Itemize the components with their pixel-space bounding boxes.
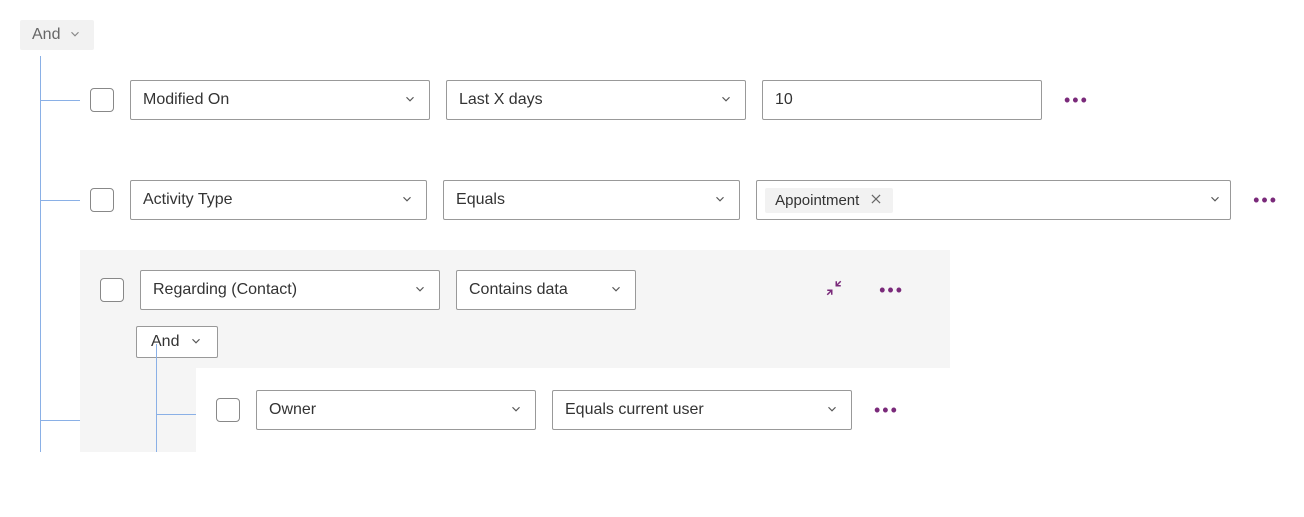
row-checkbox[interactable] xyxy=(100,278,124,302)
value-tag: Appointment xyxy=(765,188,893,213)
row-menu-button[interactable]: ••• xyxy=(868,400,905,421)
tree-line-horizontal xyxy=(40,420,80,421)
value-text: 10 xyxy=(775,91,793,109)
root-operator-label: And xyxy=(32,26,60,44)
related-entity-select[interactable]: Regarding (Contact) xyxy=(140,270,440,310)
tree-line-vertical xyxy=(156,344,157,452)
chevron-down-icon xyxy=(719,92,733,109)
chevron-down-icon xyxy=(189,334,203,351)
tree-line-horizontal xyxy=(40,200,80,201)
chevron-down-icon xyxy=(413,282,427,299)
condition-row: Activity Type Equals Appointment xyxy=(90,150,1284,250)
tree-line-horizontal xyxy=(156,414,196,415)
row-menu-button[interactable]: ••• xyxy=(1247,190,1284,211)
field-label: Modified On xyxy=(143,91,229,109)
chevron-down-icon xyxy=(403,92,417,109)
field-select[interactable]: Owner xyxy=(256,390,536,430)
row-checkbox[interactable] xyxy=(90,188,114,212)
value-input[interactable]: 10 xyxy=(762,80,1042,120)
chevron-down-icon xyxy=(713,192,727,209)
related-operator-label: Contains data xyxy=(469,281,568,299)
nested-header: Regarding (Contact) Contains data xyxy=(80,250,950,320)
related-entity-label: Regarding (Contact) xyxy=(153,281,297,299)
chevron-down-icon xyxy=(509,402,523,419)
row-menu-button[interactable]: ••• xyxy=(873,280,910,301)
operator-label: Last X days xyxy=(459,91,543,109)
tree-line-horizontal xyxy=(40,100,80,101)
nested-group: Regarding (Contact) Contains data xyxy=(80,250,950,452)
related-operator-select[interactable]: Contains data xyxy=(456,270,636,310)
chevron-down-icon xyxy=(400,192,414,209)
row-checkbox[interactable] xyxy=(90,88,114,112)
value-multiselect[interactable]: Appointment xyxy=(756,180,1231,220)
operator-label: Equals xyxy=(456,191,505,209)
field-label: Owner xyxy=(269,401,316,419)
chevron-down-icon xyxy=(1208,192,1222,209)
root-operator-dropdown[interactable]: And xyxy=(20,20,94,50)
row-checkbox[interactable] xyxy=(216,398,240,422)
remove-tag-icon[interactable] xyxy=(869,192,883,209)
field-select[interactable]: Modified On xyxy=(130,80,430,120)
operator-select[interactable]: Equals xyxy=(443,180,740,220)
condition-row: Modified On Last X days 10 ••• xyxy=(90,50,1284,150)
field-label: Activity Type xyxy=(143,191,233,209)
nested-operator-dropdown[interactable]: And xyxy=(136,326,218,358)
collapse-icon[interactable] xyxy=(825,279,843,302)
operator-select[interactable]: Last X days xyxy=(446,80,746,120)
chevron-down-icon xyxy=(825,402,839,419)
operator-select[interactable]: Equals current user xyxy=(552,390,852,430)
condition-row: Owner Equals current user ••• xyxy=(196,368,950,452)
row-menu-button[interactable]: ••• xyxy=(1058,90,1095,111)
field-select[interactable]: Activity Type xyxy=(130,180,427,220)
chevron-down-icon xyxy=(609,282,623,299)
tag-label: Appointment xyxy=(775,192,859,209)
nested-actions: ••• xyxy=(825,279,930,302)
operator-label: Equals current user xyxy=(565,401,704,419)
chevron-down-icon xyxy=(68,27,82,44)
